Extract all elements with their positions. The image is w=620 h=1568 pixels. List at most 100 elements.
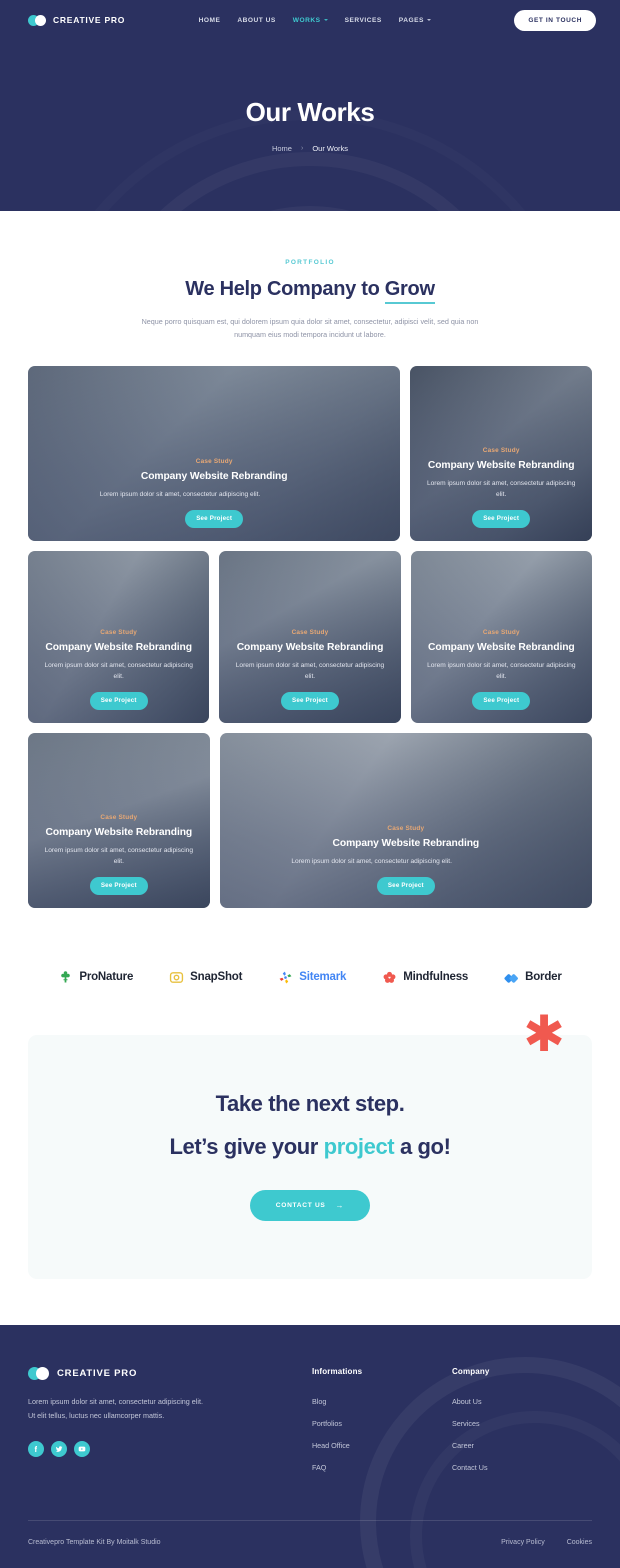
footer-brand-name: CREATIVE PRO xyxy=(57,1367,138,1379)
logo-label: Sitemark xyxy=(299,971,347,984)
nav-item-pages[interactable]: PAGES xyxy=(399,17,431,24)
portfolio-card[interactable]: Case Study Company Website Rebranding Lo… xyxy=(28,732,210,908)
see-project-button[interactable]: See Project xyxy=(472,691,531,710)
logo-circles-icon xyxy=(28,14,47,26)
cta-headline-line1: Take the next step. xyxy=(215,1090,405,1116)
card-description: Lorem ipsum dolor sit amet, consectetur … xyxy=(291,858,452,866)
portfolio-row: Case Study Company Website Rebranding Lo… xyxy=(28,732,592,908)
footer-column-heading: Company xyxy=(451,1366,490,1376)
contact-us-button[interactable]: CONTACT US → xyxy=(249,1189,371,1221)
footer-link-about-us[interactable]: About Us xyxy=(452,1397,592,1406)
portfolio-card[interactable]: Case Study Company Website Rebranding Lo… xyxy=(219,550,401,723)
nav-links: HOME ABOUT US WORKS SERVICES PAGES xyxy=(199,17,441,24)
cta-headline-line2: Let’s give your project a go! xyxy=(48,1134,572,1160)
twitter-icon[interactable] xyxy=(51,1441,67,1458)
brand-name: CREATIVE PRO xyxy=(53,15,126,25)
section-eyebrow: PORTFOLIO xyxy=(285,259,335,266)
logo-circles-icon xyxy=(28,1366,50,1380)
nav-item-works[interactable]: WORKS xyxy=(293,17,328,24)
footer-columns: CREATIVE PRO Lorem ipsum dolor sit amet,… xyxy=(28,1366,592,1472)
footer-link-cookies[interactable]: Cookies xyxy=(567,1539,592,1546)
logo-snapshot: SnapShot xyxy=(169,970,242,985)
nav-item-services[interactable]: SERVICES xyxy=(345,17,382,24)
chevron-down-icon xyxy=(323,19,328,21)
footer-link-portfolios[interactable]: Portfolios xyxy=(312,1419,452,1428)
card-content: Case Study Company Website Rebranding Lo… xyxy=(220,825,592,907)
nav-item-label: ABOUT US xyxy=(237,16,276,24)
footer-bottom-bar: Creativepro Template Kit By Moitalk Stud… xyxy=(28,1521,592,1568)
cta-line2-highlight: project xyxy=(323,1133,395,1159)
youtube-icon[interactable] xyxy=(74,1441,90,1458)
see-project-button[interactable]: See Project xyxy=(185,509,244,528)
navbar: CREATIVE PRO HOME ABOUT US WORKS SERVICE… xyxy=(0,0,620,40)
card-content: Case Study Company Website Rebranding Lo… xyxy=(28,814,210,908)
portfolio-card[interactable]: Case Study Company Website Rebranding Lo… xyxy=(410,365,592,541)
see-project-button[interactable]: See Project xyxy=(376,876,435,895)
blossom-icon xyxy=(383,971,396,983)
card-case-label: Case Study xyxy=(482,628,520,636)
card-content: Case Study Company Website Rebranding Lo… xyxy=(28,629,209,723)
logo-border: Border xyxy=(504,970,562,985)
portfolio-card[interactable]: Case Study Company Website Rebranding Lo… xyxy=(410,550,592,723)
breadcrumb: Home › Our Works xyxy=(0,144,620,153)
card-description: Lorem ipsum dolor sit amet, consectetur … xyxy=(235,661,385,681)
logo-sitemark: Sitemark xyxy=(278,970,346,985)
nav-item-label: HOME xyxy=(198,16,221,24)
footer-column-informations: Informations Blog Portfolios Head Office… xyxy=(312,1367,452,1472)
card-content: Case Study Company Website Rebranding Lo… xyxy=(219,629,400,723)
card-title: Company Website Rebranding xyxy=(332,838,480,850)
cta-line2-post: a go! xyxy=(394,1133,451,1159)
contact-us-label: CONTACT US xyxy=(275,1201,326,1209)
portfolio-grid: Case Study Company Website Rebranding Lo… xyxy=(0,342,620,908)
breadcrumb-current: Our Works xyxy=(312,144,349,153)
card-title: Company Website Rebranding xyxy=(45,826,193,838)
footer-link-career[interactable]: Career xyxy=(452,1441,592,1450)
footer-column-heading: Informations xyxy=(311,1366,363,1376)
card-case-label: Case Study xyxy=(195,458,233,466)
facebook-icon[interactable] xyxy=(28,1441,44,1458)
asterisk-icon: ✱ xyxy=(523,1004,565,1063)
nav-item-home[interactable]: HOME xyxy=(199,17,221,24)
card-description: Lorem ipsum dolor sit amet, consectetur … xyxy=(426,479,576,499)
see-project-button[interactable]: See Project xyxy=(89,691,148,710)
nav-item-about-us[interactable]: ABOUT US xyxy=(237,17,275,24)
see-project-button[interactable]: See Project xyxy=(281,691,339,710)
card-case-label: Case Study xyxy=(291,628,329,636)
footer-legal-links: Privacy Policy Cookies xyxy=(501,1539,592,1546)
card-case-label: Case Study xyxy=(387,825,425,833)
page-title: Our Works xyxy=(245,97,375,127)
portfolio-card[interactable]: Case Study Company Website Rebranding Lo… xyxy=(219,732,592,908)
get-in-touch-button[interactable]: GET IN TOUCH xyxy=(514,9,596,31)
diamonds-icon xyxy=(504,973,519,983)
logo-pronature: ProNature xyxy=(58,970,133,985)
section-title: We Help Company to Grow xyxy=(0,278,620,304)
brand-logo[interactable]: CREATIVE PRO xyxy=(28,14,126,26)
card-title: Company Website Rebranding xyxy=(236,641,384,653)
hero-arc-decoration-mid xyxy=(90,152,530,211)
footer-description-line2: Ut elit tellus, luctus nec ullamcorper m… xyxy=(28,1411,165,1421)
footer-link-head-office[interactable]: Head Office xyxy=(312,1441,452,1450)
card-content: Case Study Company Website Rebranding Lo… xyxy=(411,629,592,723)
portfolio-card[interactable]: Case Study Company Website Rebranding Lo… xyxy=(28,365,401,541)
portfolio-card[interactable]: Case Study Company Website Rebranding Lo… xyxy=(28,550,210,723)
footer-link-blog[interactable]: Blog xyxy=(312,1397,452,1406)
section-title-underlined: Grow xyxy=(384,278,435,304)
footer-link-privacy-policy[interactable]: Privacy Policy xyxy=(501,1539,545,1546)
logo-label: SnapShot xyxy=(190,971,243,984)
footer-link-contact-us[interactable]: Contact Us xyxy=(452,1463,592,1472)
footer-social-links xyxy=(28,1441,312,1458)
footer-link-services[interactable]: Services xyxy=(452,1419,592,1428)
portfolio-row: Case Study Company Website Rebranding Lo… xyxy=(28,550,592,723)
see-project-button[interactable]: See Project xyxy=(89,876,148,895)
see-project-button[interactable]: See Project xyxy=(472,509,531,528)
cta-section: ✱ Take the next step. Let’s give your pr… xyxy=(0,1009,620,1325)
footer-link-faq[interactable]: FAQ xyxy=(312,1463,452,1472)
cta-panel: Take the next step. Let’s give your proj… xyxy=(28,1034,592,1279)
card-title: Company Website Rebranding xyxy=(45,641,192,653)
breadcrumb-home[interactable]: Home xyxy=(272,144,292,153)
nav-item-label: SERVICES xyxy=(344,16,382,24)
footer-logo[interactable]: CREATIVE PRO xyxy=(28,1366,312,1380)
hero-arc-decoration-inner xyxy=(145,206,475,211)
card-description: Lorem ipsum dolor sit amet, consectetur … xyxy=(44,661,193,681)
nav-item-label: PAGES xyxy=(398,16,424,24)
